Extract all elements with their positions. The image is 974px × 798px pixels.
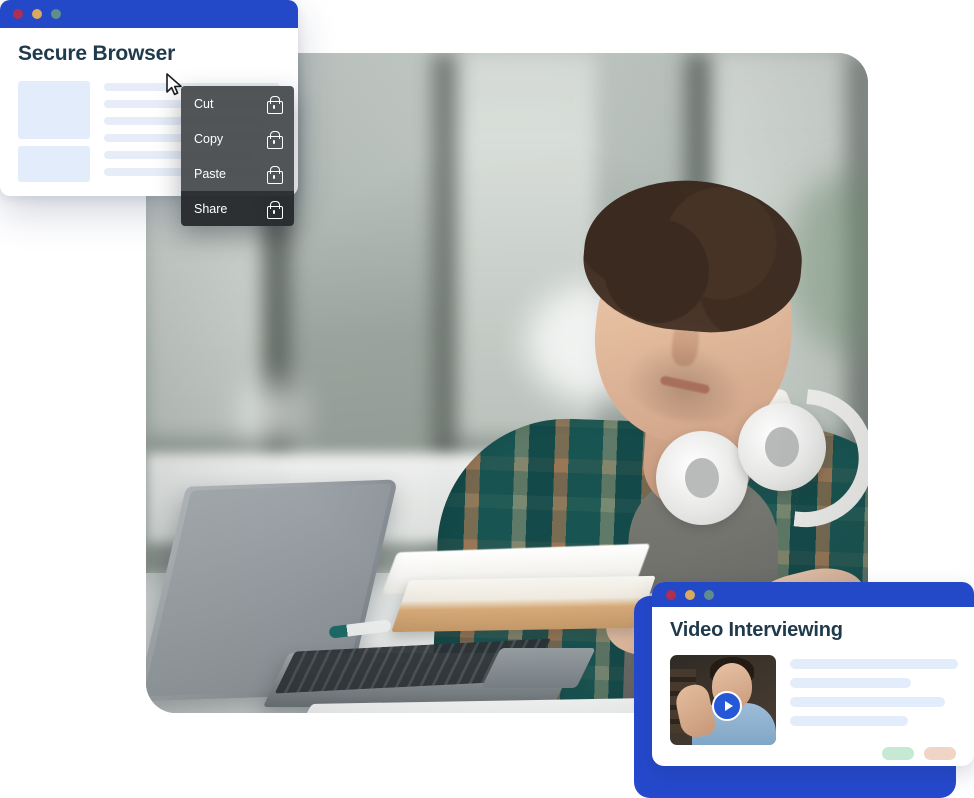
minimize-button[interactable] (685, 589, 695, 600)
context-menu-item-share[interactable]: Share (181, 191, 294, 226)
context-menu-item-copy[interactable]: Copy (181, 121, 294, 156)
video-card-text-placeholder (790, 655, 958, 760)
video-interviewing-widget: Video Interviewing (634, 582, 974, 798)
close-button[interactable] (13, 9, 23, 19)
context-menu[interactable]: Cut Copy Paste Share (181, 86, 294, 226)
video-card-content: Video Interviewing (652, 607, 974, 760)
skeleton-block-small (18, 146, 90, 182)
context-menu-label: Share (194, 201, 228, 216)
approve-pill[interactable] (882, 747, 914, 760)
context-menu-label: Paste (194, 166, 226, 181)
placeholder-line (790, 697, 945, 707)
context-menu-item-paste[interactable]: Paste (181, 156, 294, 191)
composition-stage: Secure Browser Cut Copy Paste Share Vide… (0, 0, 974, 798)
video-card-title: Video Interviewing (670, 619, 843, 641)
minimize-button[interactable] (32, 9, 42, 19)
lock-icon (267, 95, 283, 114)
context-menu-item-cut[interactable]: Cut (181, 86, 294, 121)
context-menu-label: Copy (194, 131, 224, 146)
reject-pill[interactable] (924, 747, 956, 760)
placeholder-line (790, 678, 911, 688)
placeholder-line (790, 659, 958, 669)
browser-titlebar[interactable] (0, 0, 298, 28)
video-card-row (670, 655, 958, 760)
maximize-button[interactable] (704, 589, 714, 600)
page-title: Secure Browser (18, 42, 176, 65)
play-icon[interactable] (712, 691, 742, 721)
lock-icon (267, 165, 283, 184)
maximize-button[interactable] (51, 9, 61, 19)
placeholder-line (790, 716, 908, 726)
context-menu-label: Cut (194, 96, 214, 111)
video-interviewing-card: Video Interviewing (652, 582, 974, 766)
close-button[interactable] (666, 589, 676, 600)
video-card-titlebar[interactable] (652, 582, 974, 607)
skeleton-block-large (18, 81, 90, 139)
lock-icon (267, 200, 283, 219)
skeleton-image-column (18, 81, 90, 182)
action-pills (790, 735, 958, 760)
video-thumbnail[interactable] (670, 655, 776, 745)
arrow-pointer-icon (166, 73, 182, 96)
lock-icon (267, 130, 283, 149)
